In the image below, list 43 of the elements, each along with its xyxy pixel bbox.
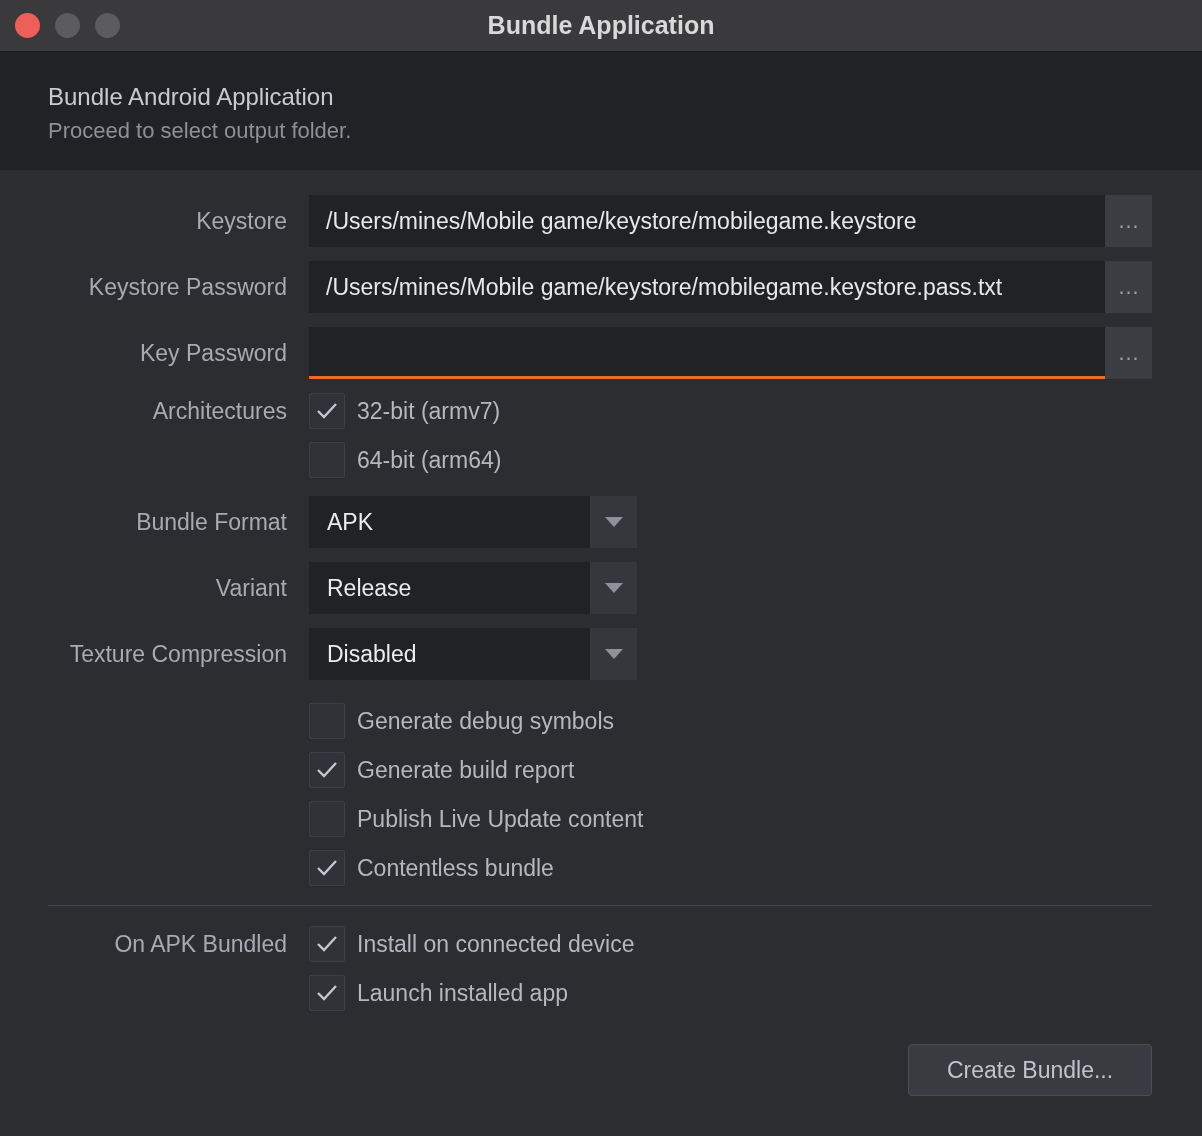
checkmark-icon [316, 859, 338, 877]
input-field[interactable] [309, 327, 1105, 379]
checkbox-label: Generate debug symbols [357, 707, 614, 735]
checkmark-icon [316, 402, 338, 420]
checkbox[interactable] [309, 393, 345, 429]
caret-icon [604, 517, 623, 527]
checkbox[interactable] [309, 752, 345, 788]
checkbox-label: 32-bit (armv7) [357, 397, 501, 425]
dropdown[interactable]: APK [309, 496, 637, 548]
browse-button[interactable]: … [1105, 261, 1152, 313]
window-title: Bundle Application [487, 11, 715, 40]
group-label: On APK Bundled [113, 930, 287, 959]
browse-button[interactable]: … [1105, 195, 1152, 247]
checkbox[interactable] [309, 850, 345, 886]
input-field[interactable]: /Users/mines/Mobile game/keystore/mobilegame.keystore [309, 195, 1105, 247]
dropdown[interactable]: Release [309, 562, 637, 614]
field-label: Keystore [195, 207, 287, 236]
field-label: Texture Compression [68, 640, 287, 669]
checkbox[interactable] [309, 926, 345, 962]
checkmark-icon [316, 984, 338, 1002]
dropdown[interactable]: Disabled [309, 628, 637, 680]
caret-icon [604, 649, 623, 659]
group-label: Architectures [151, 397, 287, 426]
field-label: Keystore Password [87, 273, 287, 302]
field-label: Key Password [139, 339, 287, 368]
checkbox[interactable] [309, 975, 345, 1011]
checkbox-label: Launch installed app [357, 979, 568, 1007]
input-field[interactable]: /Users/mines/Mobile game/keystore/mobilegame.keystore.pass.txt [309, 261, 1105, 313]
checkbox-label: Contentless bundle [357, 854, 554, 882]
header-title: Bundle Android Application [48, 82, 335, 112]
create-bundle-button[interactable]: Create Bundle... [908, 1044, 1152, 1096]
browse-button[interactable]: … [1105, 327, 1152, 379]
checkbox-label: 64-bit (arm64) [357, 446, 502, 474]
caret-icon [604, 583, 623, 593]
header-subtitle: Proceed to select output folder. [48, 117, 353, 145]
checkbox-label: Publish Live Update content [357, 805, 644, 833]
checkbox-label: Generate build report [357, 756, 575, 784]
close-button[interactable] [15, 13, 40, 38]
checkmark-icon [316, 761, 338, 779]
checkmark-icon [316, 935, 338, 953]
field-label: Bundle Format [135, 508, 287, 537]
field-label: Variant [214, 574, 287, 603]
checkbox-label: Install on connected device [357, 930, 635, 958]
